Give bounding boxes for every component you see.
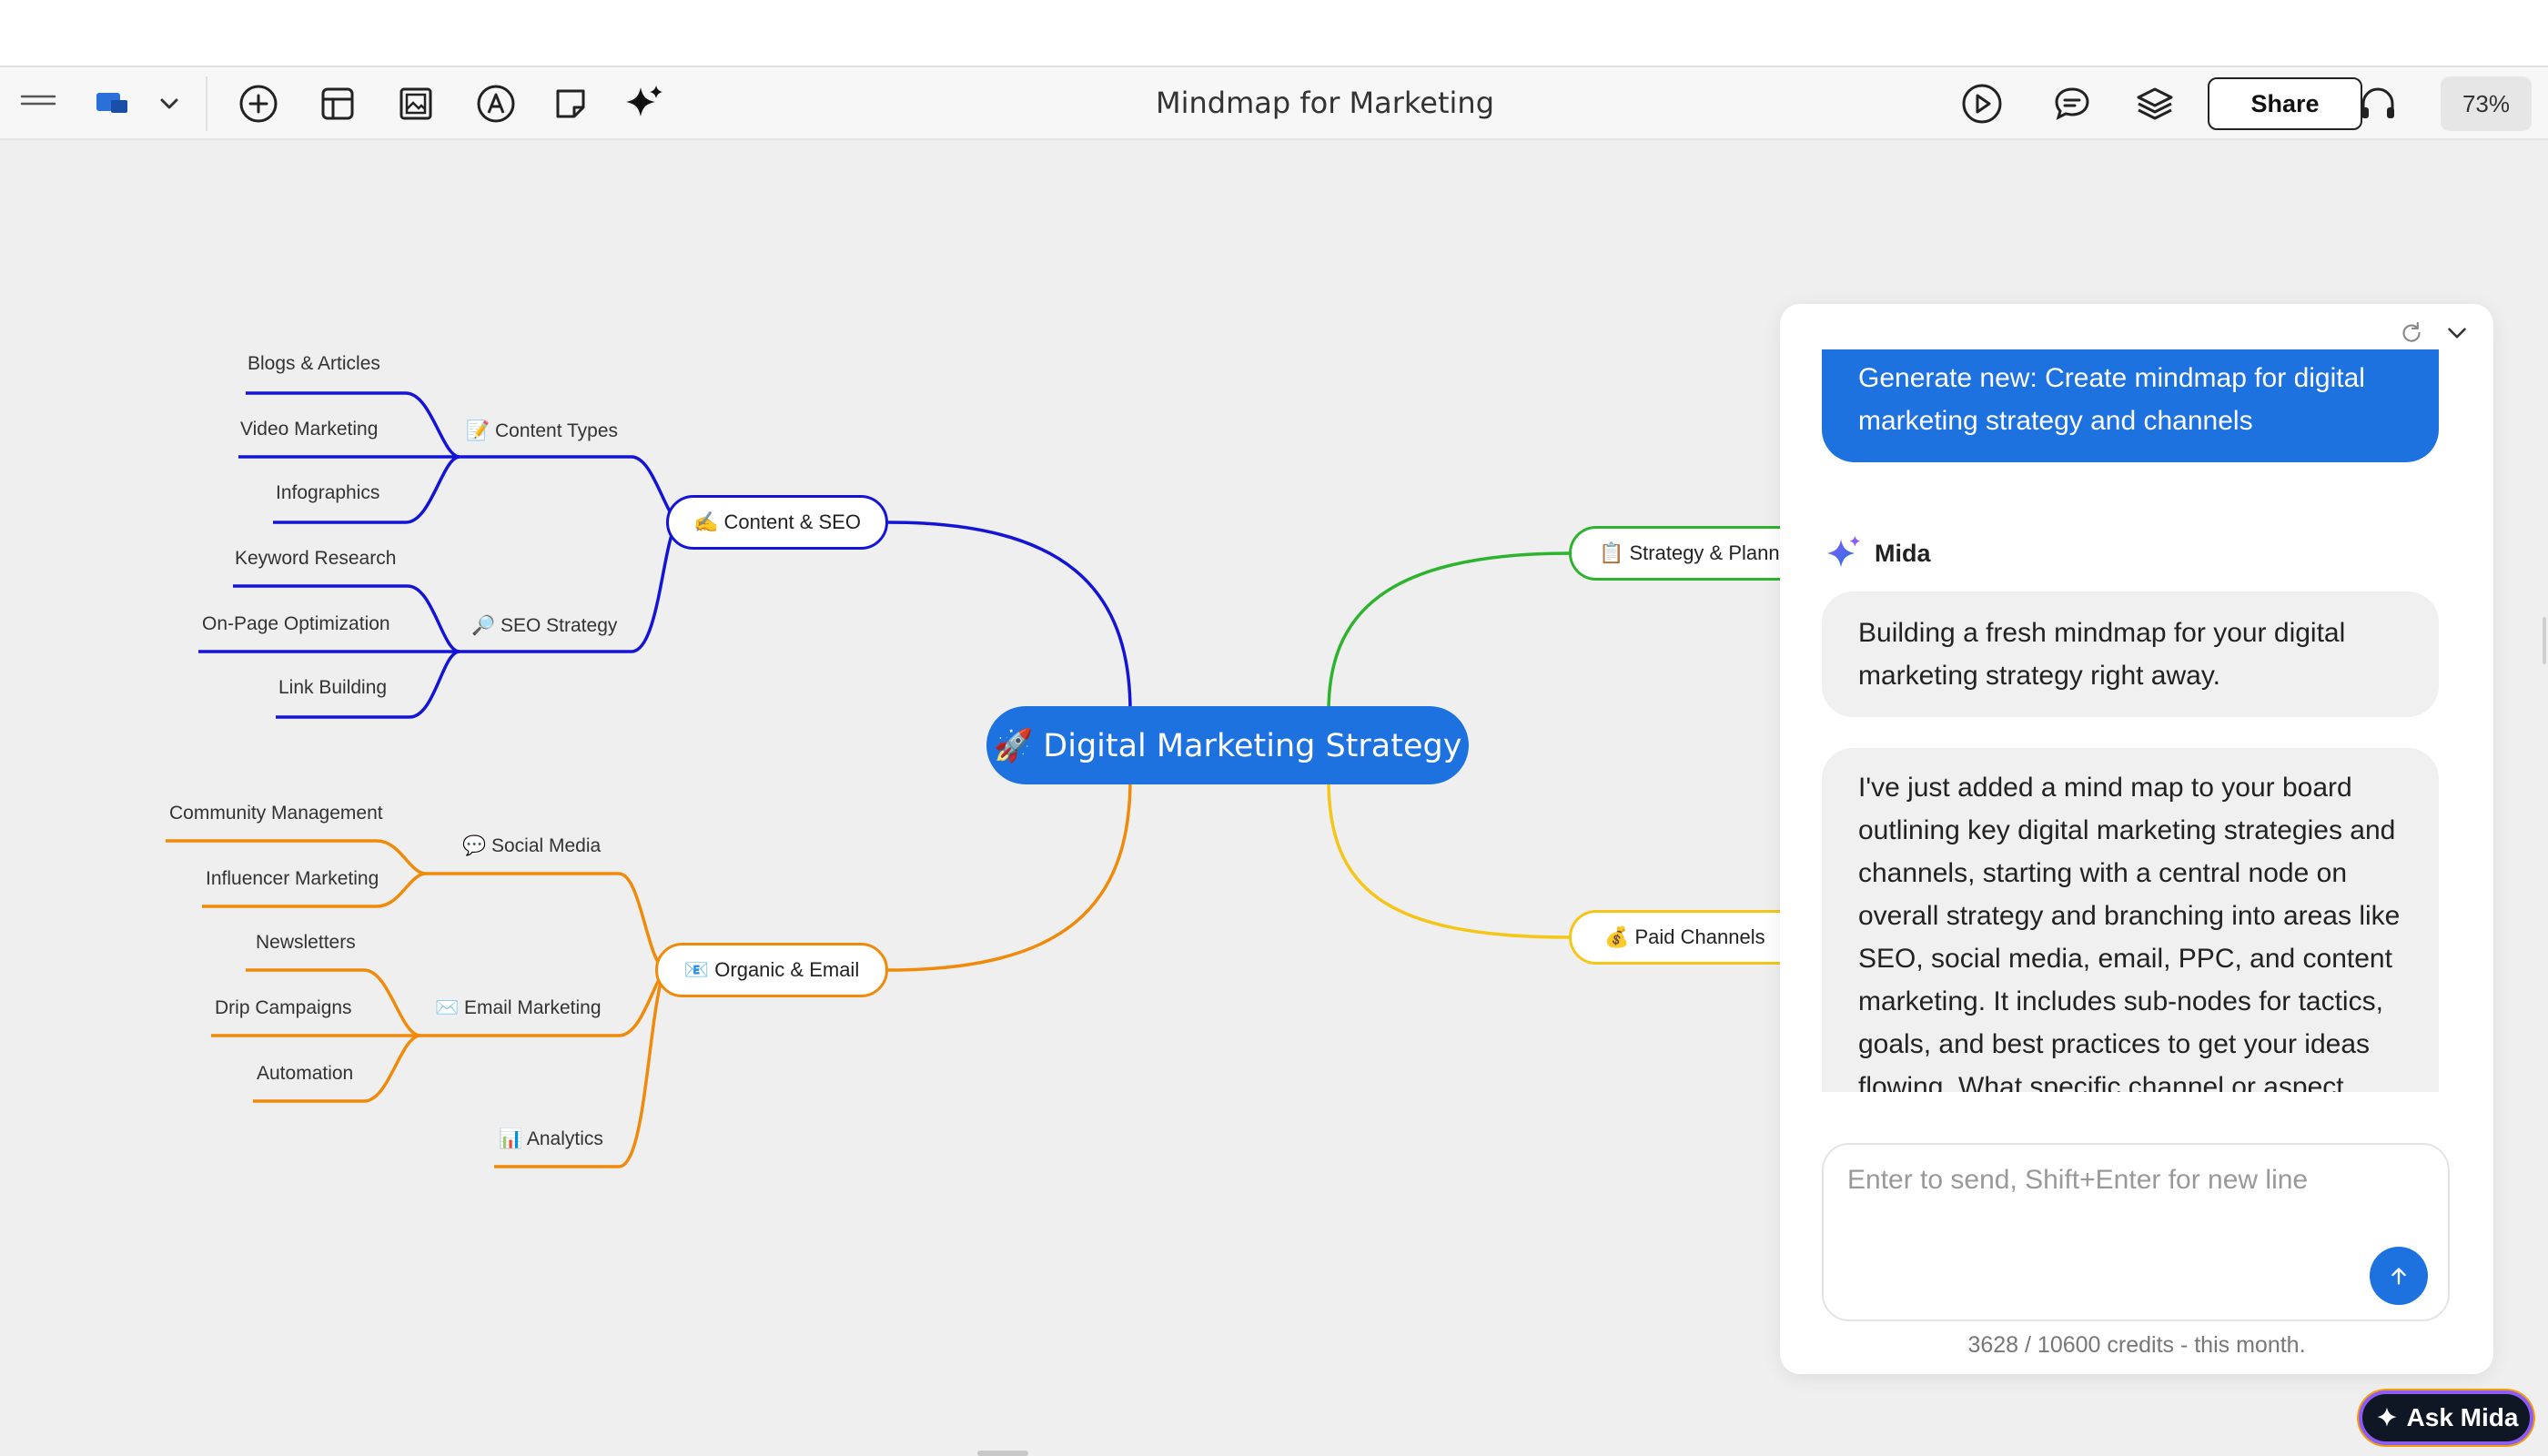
leaf-infographics[interactable]: Infographics xyxy=(276,482,379,504)
board-icon[interactable] xyxy=(89,80,136,127)
bottom-scroll-handle[interactable] xyxy=(977,1451,1028,1456)
assistant-message: I've just added a mind map to your board… xyxy=(1822,748,2439,1092)
add-circle-icon[interactable] xyxy=(235,80,282,127)
sticky-note-icon[interactable] xyxy=(547,80,594,127)
mida-sparkle-icon xyxy=(1826,535,1861,568)
chat-input-box xyxy=(1822,1143,2450,1321)
play-icon[interactable] xyxy=(1958,80,2006,127)
refresh-icon[interactable] xyxy=(2393,315,2430,351)
browser-top-strip xyxy=(0,0,2548,67)
leaf-keyword-research[interactable]: Keyword Research xyxy=(235,548,396,570)
sparkle-icon[interactable] xyxy=(621,80,668,127)
link-organic-social xyxy=(426,872,666,972)
link-central-organic-email xyxy=(887,778,1132,972)
leaf-blogs-articles[interactable]: Blogs & Articles xyxy=(248,353,380,375)
node-content-seo[interactable]: ✍️ Content & SEO xyxy=(666,495,888,550)
central-node[interactable]: 🚀 Digital Marketing Strategy xyxy=(986,706,1469,784)
leaf-automation[interactable]: Automation xyxy=(257,1063,353,1085)
organic-email-links xyxy=(166,778,1132,1168)
link-central-paid xyxy=(1327,778,1572,939)
leaf-drip-campaigns[interactable]: Drip Campaigns xyxy=(215,997,352,1019)
leaf-influencer-marketing[interactable]: Influencer Marketing xyxy=(206,868,379,890)
mida-chat-panel: Generate new: Create mindmap for digital… xyxy=(1780,304,2493,1374)
node-seo-strategy[interactable]: 🔎 SEO Strategy xyxy=(471,615,617,637)
top-toolbar: Mindmap for Marketing Share 73% xyxy=(0,67,2548,140)
node-organic-email[interactable]: 📧 Organic & Email xyxy=(655,943,888,997)
chat-input[interactable] xyxy=(1847,1165,2357,1256)
collapse-chevron-icon[interactable] xyxy=(2439,315,2475,351)
node-email-marketing[interactable]: ✉️ Email Marketing xyxy=(435,997,602,1019)
node-paid-channels[interactable]: 💰 Paid Channels xyxy=(1569,910,1780,965)
link-central-content-seo xyxy=(887,521,1132,713)
node-analytics[interactable]: 📊 Analytics xyxy=(499,1128,603,1150)
chat-message-list[interactable]: Generate new: Create mindmap for digital… xyxy=(1822,349,2439,1092)
menu-icon[interactable] xyxy=(15,80,62,127)
node-strategy-planning[interactable]: 📋 Strategy & Planning xyxy=(1569,526,1780,581)
ask-mida-label: Ask Mida xyxy=(2406,1403,2519,1431)
node-social-media[interactable]: 💬 Social Media xyxy=(462,835,601,857)
comment-icon[interactable] xyxy=(2048,80,2096,127)
layout-icon[interactable] xyxy=(314,80,361,127)
side-scroll-handle[interactable] xyxy=(2543,617,2546,664)
pen-icon[interactable] xyxy=(472,80,520,127)
toolbar-divider xyxy=(206,76,207,131)
link-content-seo-content-types xyxy=(460,455,679,524)
assistant-name: Mida xyxy=(1875,539,1931,567)
ask-mida-button[interactable]: Ask Mida xyxy=(2359,1390,2533,1445)
send-button[interactable] xyxy=(2370,1247,2428,1305)
leaf-community-management[interactable]: Community Management xyxy=(169,803,383,824)
chevron-down-icon[interactable] xyxy=(146,80,193,127)
credits-usage: 3628 / 10600 credits - this month. xyxy=(1967,1332,2306,1358)
share-button[interactable]: Share xyxy=(2208,77,2362,130)
zoom-level[interactable]: 73% xyxy=(2441,76,2532,131)
arrow-up-icon xyxy=(2391,1268,2406,1285)
image-icon[interactable] xyxy=(392,80,440,127)
link-central-strategy xyxy=(1327,551,1572,713)
user-message: Generate new: Create mindmap for digital… xyxy=(1822,349,2439,462)
leaf-on-page-optimization[interactable]: On-Page Optimization xyxy=(202,613,390,635)
leaf-newsletters[interactable]: Newsletters xyxy=(256,932,356,954)
assistant-message: Building a fresh mindmap for your digita… xyxy=(1822,592,2439,717)
document-title[interactable]: Mindmap for Marketing xyxy=(1092,86,1558,120)
layers-icon[interactable] xyxy=(2131,80,2179,127)
node-content-types[interactable]: 📝 Content Types xyxy=(466,420,618,442)
headphones-icon[interactable] xyxy=(2354,80,2401,127)
leaf-video-marketing[interactable]: Video Marketing xyxy=(240,419,378,440)
sparkle-icon xyxy=(2377,1407,2397,1427)
leaf-link-building[interactable]: Link Building xyxy=(278,677,387,699)
assistant-header: Mida xyxy=(1822,531,1931,575)
